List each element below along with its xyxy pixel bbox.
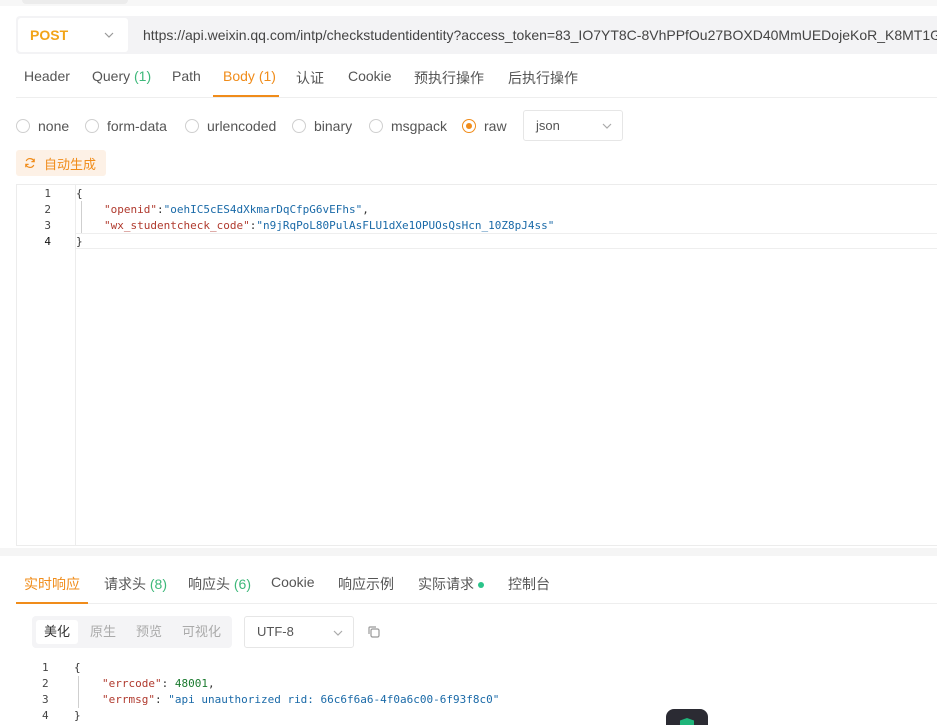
indent-guide <box>81 201 82 233</box>
floating-action-button[interactable] <box>666 709 708 725</box>
code-line: { <box>74 661 81 674</box>
radio-circle <box>369 119 383 133</box>
encoding-select[interactable]: UTF-8 <box>244 616 354 648</box>
current-line-highlight <box>76 233 937 249</box>
view-beautify[interactable]: 美化 <box>36 620 79 644</box>
line-gutter: 1 2 3 4 <box>17 185 76 545</box>
tab-cookie[interactable]: Cookie <box>271 574 315 590</box>
active-tab-indicator <box>16 602 88 604</box>
tab-request-headers[interactable]: 请求头 (8) <box>104 574 167 594</box>
indent-guide <box>78 676 79 708</box>
tab-response-example[interactable]: 响应示例 <box>338 574 394 594</box>
tab-count: (1) <box>134 68 152 84</box>
body-type-group: none form-data urlencoded binary msgpack… <box>16 110 937 142</box>
radio-circle <box>16 119 30 133</box>
request-body-editor[interactable]: 1 2 3 4 { "openid":"oehIC5cES4dXkmarDqCf… <box>16 184 937 546</box>
code-line: "wx_studentcheck_code":"n9jRqPoL80PulAsF… <box>104 219 555 232</box>
tab-post-script[interactable]: 后执行操作 <box>508 68 578 88</box>
tab-path[interactable]: Path <box>172 68 201 84</box>
response-tabs: 实时响应 请求头 (8) 响应头 (6) Cookie 响应示例 实际请求 控制… <box>16 562 937 604</box>
url-bar: POST https://api.weixin.qq.com/intp/chec… <box>16 16 937 54</box>
tab-count: (1) <box>258 68 276 84</box>
copy-icon[interactable] <box>366 624 382 640</box>
line-number: 2 <box>42 677 49 690</box>
line-number: 2 <box>44 203 51 216</box>
code-line: { <box>76 187 83 200</box>
view-preview[interactable]: 预览 <box>128 620 170 644</box>
radio-circle <box>85 119 99 133</box>
radio-raw[interactable]: raw <box>462 118 507 134</box>
line-number: 3 <box>44 219 51 232</box>
tab-query[interactable]: Query (1) <box>92 68 151 84</box>
tab-header[interactable]: Header <box>24 68 70 84</box>
radio-circle <box>462 119 476 133</box>
response-body-viewer[interactable]: 1 2 3 4 { "errcode": 48001, "errmsg": "a… <box>16 656 937 725</box>
chevron-down-icon <box>333 630 343 636</box>
shield-icon <box>680 718 694 725</box>
radio-none[interactable]: none <box>16 118 69 134</box>
line-number: 3 <box>42 693 49 706</box>
code-line: } <box>74 709 81 722</box>
tab-count: (8) <box>149 576 168 592</box>
tab-auth[interactable]: 认证 <box>296 68 324 88</box>
code-line: } <box>76 235 83 248</box>
code-line: "errcode": 48001, <box>102 677 215 690</box>
method-select[interactable]: POST <box>18 18 128 52</box>
auto-generate-button[interactable]: 自动生成 <box>16 150 107 176</box>
code-line: "openid":"oehIC5cES4dXkmarDqCfpG6vEFhs", <box>104 203 369 216</box>
tab-pre-script[interactable]: 预执行操作 <box>414 68 484 88</box>
tab-body[interactable]: Body (1) <box>223 68 276 84</box>
line-number: 1 <box>42 661 49 674</box>
tab-count: (6) <box>233 576 252 592</box>
tab-response-headers[interactable]: 响应头 (6) <box>188 574 251 594</box>
view-raw[interactable]: 原生 <box>82 620 124 644</box>
tab-cookie[interactable]: Cookie <box>348 68 392 84</box>
method-label: POST <box>30 27 69 43</box>
radio-circle <box>185 119 199 133</box>
panel-splitter[interactable] <box>0 548 937 556</box>
top-tab-strip <box>0 0 937 6</box>
chevron-down-icon <box>104 32 114 38</box>
radio-form-data[interactable]: form-data <box>85 118 167 134</box>
line-number: 4 <box>44 235 51 248</box>
raw-format-select[interactable]: json <box>523 110 623 141</box>
line-number: 4 <box>42 709 49 722</box>
tab-actual-request[interactable]: 实际请求 <box>418 574 484 594</box>
line-number: 1 <box>44 187 51 200</box>
url-input[interactable]: https://api.weixin.qq.com/intp/checkstud… <box>143 27 937 43</box>
code-line: "errmsg": "api unauthorized rid: 66c6f6a… <box>102 693 500 706</box>
tab-live-response[interactable]: 实时响应 <box>24 574 80 594</box>
view-mode-segment: 美化 原生 预览 可视化 <box>32 616 232 648</box>
status-dot <box>478 582 484 589</box>
top-tab-stub[interactable] <box>22 0 128 4</box>
radio-circle <box>292 119 306 133</box>
tab-console[interactable]: 控制台 <box>508 574 550 594</box>
radio-urlencoded[interactable]: urlencoded <box>185 118 276 134</box>
request-tabs: Header Query (1) Path Body (1) 认证 Cookie… <box>16 58 937 98</box>
radio-msgpack[interactable]: msgpack <box>369 118 447 134</box>
view-visualize[interactable]: 可视化 <box>174 620 229 644</box>
refresh-icon <box>24 156 38 170</box>
active-tab-indicator <box>213 95 279 97</box>
chevron-down-icon <box>602 123 612 129</box>
radio-binary[interactable]: binary <box>292 118 352 134</box>
